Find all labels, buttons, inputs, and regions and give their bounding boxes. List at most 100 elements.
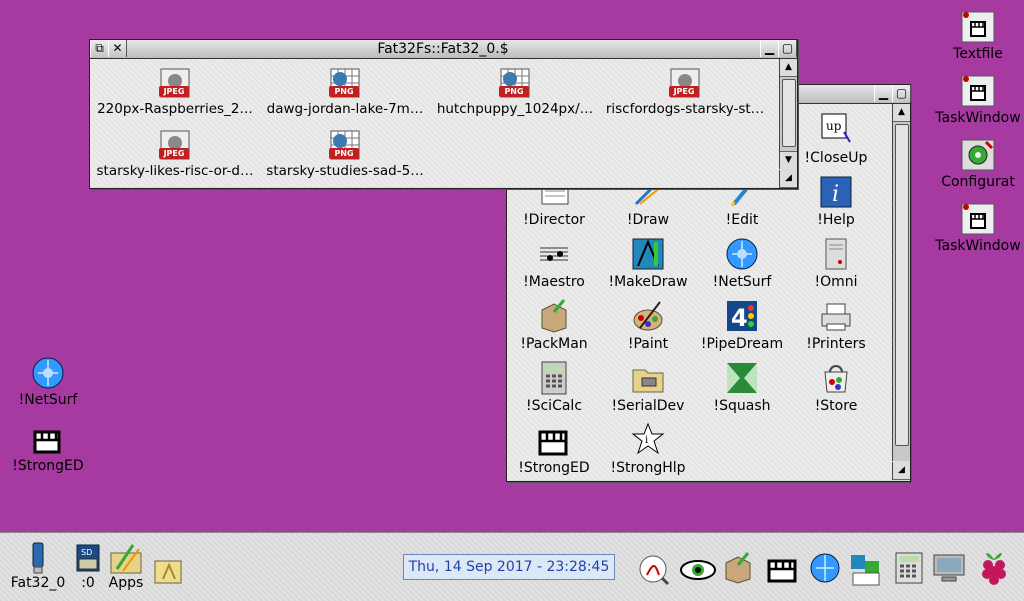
- jpeg-file-icon: JPEG: [667, 67, 703, 99]
- app-label: !NetSurf: [712, 274, 772, 290]
- filer-window[interactable]: ⧉ ✕ Fat32Fs::Fat32_0.$ ▁ ▢ JPEG 220px-Ra…: [89, 39, 798, 189]
- svg-text:SD: SD: [81, 548, 92, 557]
- file-item[interactable]: JPEG 220px-Raspberries_2…: [90, 67, 260, 127]
- back-button[interactable]: ⧉: [90, 40, 109, 57]
- app-label: !StrongED: [518, 460, 590, 476]
- iconbar-label: Apps: [108, 575, 144, 591]
- scroll-up-arrow-icon[interactable]: ▲: [893, 104, 910, 122]
- iconbar-packman[interactable]: [720, 551, 756, 585]
- app-scicalc[interactable]: !SciCalc: [507, 360, 601, 422]
- pipedream-icon: 4: [724, 298, 760, 334]
- app-omni[interactable]: !Omni: [789, 236, 883, 298]
- file-item[interactable]: PNG dawg-jordan-lake-7m…: [260, 67, 430, 127]
- app-paint[interactable]: !Paint: [601, 298, 695, 360]
- pinboard-taskwindow-2[interactable]: TaskWindow: [928, 202, 1024, 254]
- eye-icon: [679, 553, 716, 587]
- pinboard-label: !StrongED: [12, 458, 84, 474]
- file-item[interactable]: JPEG starsky-likes-risc-or-d…: [90, 129, 260, 189]
- app-serialdev[interactable]: !SerialDev: [601, 360, 695, 422]
- pinboard-label: TaskWindow: [935, 238, 1021, 254]
- app-netsurf[interactable]: !NetSurf: [695, 236, 789, 298]
- app-label: !MakeDraw: [608, 274, 688, 290]
- svg-text:i: i: [832, 182, 839, 207]
- file-name: hutchpuppy_1024px/…: [436, 101, 594, 117]
- raspberry-icon: [976, 547, 1010, 585]
- iconbar-pdf[interactable]: [636, 553, 672, 587]
- iconbar-monitor[interactable]: [930, 551, 968, 585]
- iconbar-calculator[interactable]: [890, 551, 928, 585]
- file-name: dawg-jordan-lake-7m…: [266, 101, 424, 117]
- apps-window-scrollbar[interactable]: ▲: [892, 104, 910, 461]
- iconbar-eye[interactable]: [676, 553, 716, 587]
- app-squash[interactable]: !Squash: [695, 360, 789, 422]
- close-button[interactable]: ✕: [108, 40, 127, 57]
- iconise-button[interactable]: ▁: [760, 40, 779, 57]
- closeup-icon: up: [818, 112, 854, 148]
- app-label: !SerialDev: [611, 398, 685, 414]
- fist-icon: [960, 202, 996, 236]
- app-label: !Store: [814, 398, 858, 414]
- filer-window-scrollbar[interactable]: ▲ ▼: [779, 59, 797, 169]
- file-item[interactable]: PNG starsky-studies-sad-5…: [260, 129, 430, 189]
- iconbar-folder[interactable]: [148, 553, 188, 587]
- file-name: starsky-studies-sad-5…: [266, 163, 424, 179]
- iconbar-netsurf[interactable]: [806, 551, 844, 585]
- iconise-button[interactable]: ▁: [874, 85, 893, 102]
- iconbar-sd-drive[interactable]: SD :0: [68, 541, 108, 591]
- app-makedraw[interactable]: !MakeDraw: [601, 236, 695, 298]
- sd-card-icon: SD: [71, 541, 105, 575]
- iconbar-stronged[interactable]: [762, 551, 802, 585]
- paint-icon: [630, 298, 666, 334]
- maestro-icon: [536, 236, 572, 272]
- iconbar-ftpc[interactable]: FTPc: [846, 553, 886, 586]
- app-closeup[interactable]: up !CloseUp: [789, 112, 883, 174]
- app-stronghlp[interactable]: i !StrongHlp: [601, 422, 695, 484]
- jpeg-file-icon: JPEG: [157, 129, 193, 161]
- file-item[interactable]: JPEG riscfordogs-starsky-st…: [600, 67, 770, 127]
- app-label: !CloseUp: [804, 150, 868, 166]
- configure-icon: [960, 138, 996, 172]
- iconbar-label: :0: [81, 575, 95, 591]
- fist-icon: [960, 74, 996, 108]
- pinboard-stronged[interactable]: !StrongED: [0, 422, 98, 474]
- scroll-down-arrow-icon[interactable]: ▼: [780, 151, 797, 169]
- iconbar-raspberry[interactable]: [972, 547, 1014, 585]
- clock-display[interactable]: Thu, 14 Sep 2017 - 23:28:45: [403, 554, 615, 580]
- app-help[interactable]: i !Help: [789, 174, 883, 236]
- app-printers[interactable]: !Printers: [789, 298, 883, 360]
- pinboard-textfile[interactable]: Textfile: [928, 10, 1024, 62]
- toggle-size-button[interactable]: ▢: [778, 40, 797, 57]
- filer-window-titlebar[interactable]: ⧉ ✕ Fat32Fs::Fat32_0.$ ▁ ▢: [90, 40, 797, 59]
- stronghlp-icon: i: [630, 422, 666, 458]
- file-item[interactable]: PNG hutchpuppy_1024px/…: [430, 67, 600, 127]
- app-packman[interactable]: !PackMan: [507, 298, 601, 360]
- pinboard-label: Configurat: [941, 174, 1015, 190]
- scroll-thumb[interactable]: [895, 124, 909, 446]
- app-label: !Paint: [627, 336, 669, 352]
- pinboard-taskwindow-1[interactable]: TaskWindow: [928, 74, 1024, 126]
- iconbar-fat32-drive[interactable]: Fat32_0: [8, 541, 68, 591]
- pinboard-label: Textfile: [953, 46, 1003, 62]
- app-maestro[interactable]: !Maestro: [507, 236, 601, 298]
- resize-handle-icon[interactable]: ◢: [779, 170, 797, 188]
- pinboard-configure[interactable]: Configurat: [928, 138, 1024, 190]
- app-pipedream[interactable]: 4 !PipeDream: [695, 298, 789, 360]
- scroll-up-arrow-icon[interactable]: ▲: [780, 59, 797, 77]
- iconbar-apps[interactable]: Apps: [106, 541, 146, 591]
- app-label: !Omni: [814, 274, 858, 290]
- app-store[interactable]: !Store: [789, 360, 883, 422]
- app-stronged[interactable]: !StrongED: [507, 422, 601, 484]
- file-name: 220px-Raspberries_2…: [97, 101, 253, 117]
- squash-icon: [724, 360, 760, 396]
- calculator-icon: [892, 551, 926, 585]
- app-label: !Help: [817, 212, 855, 228]
- toggle-size-button[interactable]: ▢: [892, 85, 911, 102]
- app-label: !PipeDream: [700, 336, 784, 352]
- scroll-thumb[interactable]: [782, 79, 796, 147]
- png-file-icon: PNG: [497, 67, 533, 99]
- app-label: !PackMan: [520, 336, 588, 352]
- resize-handle-icon[interactable]: ◢: [892, 462, 910, 480]
- pinboard-netsurf[interactable]: !NetSurf: [0, 356, 98, 408]
- file-name: riscfordogs-starsky-st…: [605, 101, 765, 117]
- serialdev-icon: [630, 360, 666, 396]
